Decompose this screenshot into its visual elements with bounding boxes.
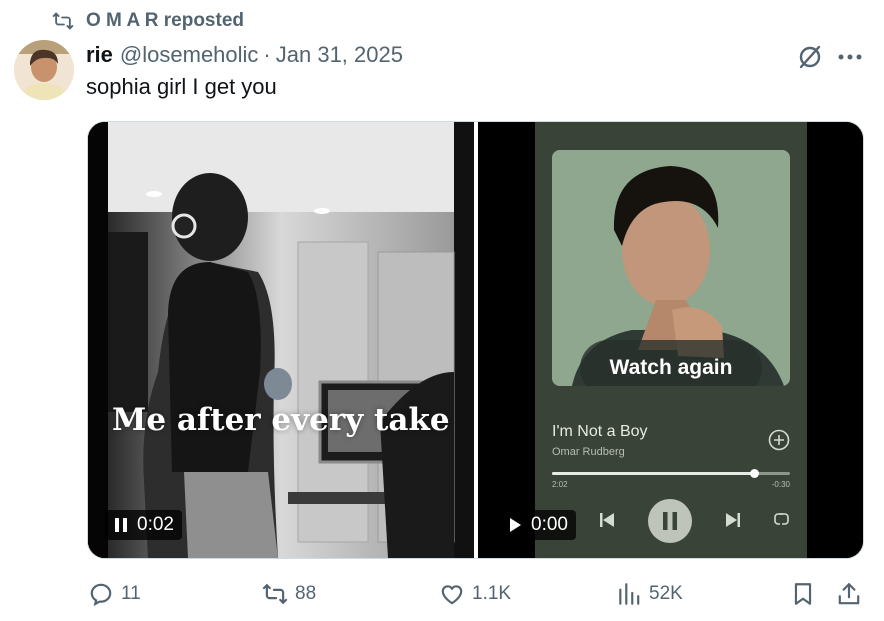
views-button[interactable]: 52K [616,578,683,610]
media-container: Me after every take 0:02 Watch again I'm… [87,121,864,559]
ellipsis-icon [838,54,862,60]
repeat-icon [774,513,789,525]
repost-button[interactable]: 88 [262,578,316,610]
add-to-library-icon [768,429,790,451]
author-name[interactable]: rie [86,42,113,68]
share-button[interactable] [836,578,862,610]
video-left[interactable]: Me after every take 0:02 [88,122,474,558]
bookmark-button[interactable] [790,578,816,610]
pause-track-icon [648,499,692,543]
video-right-time: 0:00 [531,514,568,535]
video-right[interactable]: Watch again I'm Not a Boy Omar Rudberg 2… [478,122,863,558]
avatar-image [14,40,74,100]
action-bar: 11 88 1.1K 52K [0,578,884,610]
reply-count: 11 [121,583,141,604]
views-icon [619,583,640,605]
tweet-header: rie @losemeholic · Jan 31, 2025 [86,40,403,70]
song-progress-fill [552,472,755,475]
repost-count: 88 [295,583,317,604]
song-progress-knob [749,469,759,478]
video-right-timer[interactable]: 0:00 [499,510,576,540]
time-remaining: -0:30 [771,480,790,489]
reply-button[interactable]: 11 [88,578,141,610]
share-icon [838,583,860,605]
music-player-frame: Watch again I'm Not a Boy Omar Rudberg 2… [535,122,807,558]
like-button[interactable]: 1.1K [439,578,511,610]
grok-icon[interactable] [796,43,824,71]
bookmark-icon [794,583,812,605]
post-date[interactable]: Jan 31, 2025 [276,42,403,68]
song-progress-bar [552,469,790,478]
previous-track-icon [600,513,614,527]
more-options-icon[interactable] [836,43,864,71]
video-left-frame [88,122,474,558]
video-caption: Me after every take [112,402,450,438]
video-left-timer[interactable]: 0:02 [105,510,182,540]
avatar[interactable] [14,40,74,100]
separator-dot: · [263,42,271,67]
reply-icon [90,583,112,607]
repost-context[interactable]: O M A R reposted [52,10,244,32]
album-art: Watch again [552,150,790,386]
song-artist: Omar Rudberg [552,446,625,458]
repost-icon [52,12,74,30]
views-count: 52K [649,583,683,604]
author-handle[interactable]: @losemeholic [120,42,259,68]
watch-again-button[interactable]: Watch again [580,340,762,386]
song-title: I'm Not a Boy [552,423,648,440]
video-left-time: 0:02 [137,514,174,535]
repost-label: O M A R reposted [86,10,244,31]
pause-icon [115,518,127,532]
next-track-icon [726,513,740,527]
play-icon [510,518,521,532]
heart-icon [441,585,463,605]
time-elapsed: 2:02 [552,480,568,489]
repost-action-icon [262,584,288,604]
like-count: 1.1K [472,583,512,604]
tweet-text: sophia girl I get you [86,74,277,99]
